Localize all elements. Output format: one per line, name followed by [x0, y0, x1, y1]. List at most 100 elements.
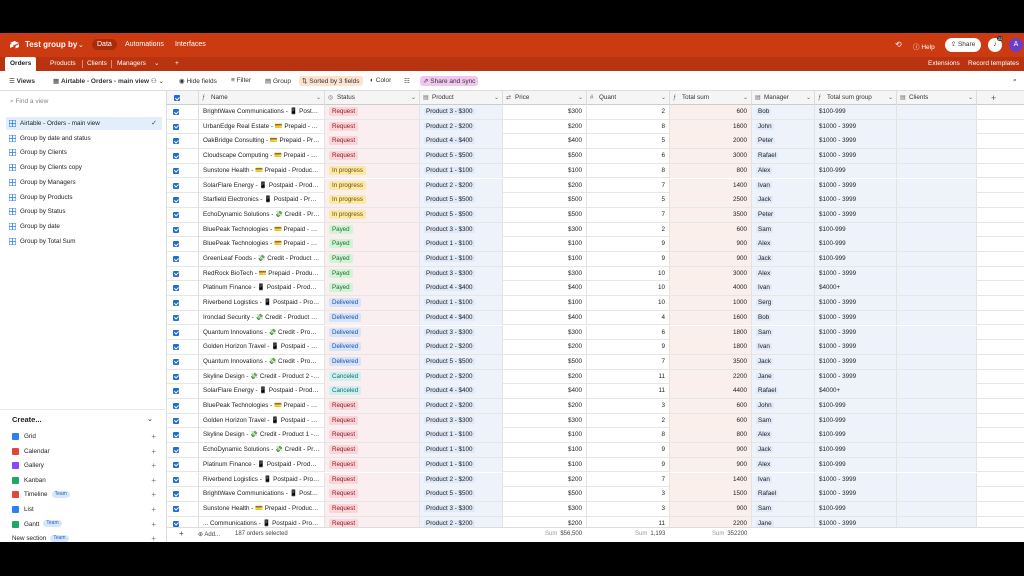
status-cell[interactable]: Canceled	[325, 384, 420, 399]
status-cell[interactable]: Payed	[325, 252, 420, 266]
status-cell[interactable]: In progress	[325, 178, 420, 193]
product-cell[interactable]: Product 5 - $500	[420, 207, 503, 222]
manager-cell[interactable]: Rafael	[752, 487, 815, 502]
quant-cell[interactable]: 3	[587, 487, 670, 502]
quant-cell[interactable]: 7	[587, 178, 670, 193]
clients-cell[interactable]	[897, 296, 977, 311]
group-cell[interactable]: $100-999	[815, 443, 897, 458]
table-row[interactable]: RedRock BioTech - 💳 Prepaid - Product 3 P…	[167, 266, 1024, 282]
create-item[interactable]: Gallery +	[12, 459, 160, 472]
group-cell[interactable]: $1000 - 3999	[815, 193, 897, 208]
price-cell[interactable]: $100	[503, 237, 587, 252]
name-cell[interactable]: BrightWave Communications - 📱 Postpaid -…	[199, 105, 325, 119]
clients-cell[interactable]	[897, 193, 977, 208]
group-cell[interactable]: $1000 - 3999	[815, 310, 897, 325]
name-cell[interactable]: Golden Horizon Travel - 📱 Postpaid - Pro…	[199, 413, 325, 428]
create-item[interactable]: Kanban +	[12, 474, 160, 487]
add-table-icon[interactable]: +	[170, 57, 184, 71]
column-header-name[interactable]: ƒ Name ⌄	[199, 91, 325, 105]
group-cell[interactable]: $1000 - 3999	[815, 325, 897, 340]
manager-cell[interactable]: Peter	[752, 207, 815, 222]
row-checkbox[interactable]	[173, 461, 179, 468]
table-row[interactable]: Sunstone Health - 💳 Prepaid - Product 1 …	[167, 163, 1024, 179]
price-cell[interactable]: $500	[503, 149, 587, 164]
manager-cell[interactable]: Alex	[752, 237, 815, 252]
row-checkbox[interactable]	[173, 476, 179, 483]
total-cell[interactable]: 600	[670, 399, 752, 413]
product-cell[interactable]: Product 3 - $300	[420, 266, 503, 281]
clients-cell[interactable]	[897, 149, 977, 164]
product-cell[interactable]: Product 1 - $100	[420, 237, 503, 252]
column-header-total-sum[interactable]: ƒ Total sum ⌄	[670, 91, 752, 105]
sort-button[interactable]: ⇅ Sorted by 3 fields	[299, 76, 363, 86]
price-cell[interactable]: $500	[503, 193, 587, 208]
nav-automations[interactable]: Automations	[120, 39, 169, 50]
column-header-price[interactable]: ⇄ Price ⌄	[503, 91, 587, 105]
quant-cell[interactable]: 4	[587, 310, 670, 325]
table-row[interactable]: Platinum Finance - 📱 Postpaid - Product …	[167, 457, 1024, 473]
chevron-down-icon[interactable]: ⌄	[968, 91, 973, 105]
name-cell[interactable]: Quantum Innovations - 💸 Credit - Product…	[199, 325, 325, 340]
name-cell[interactable]: RedRock BioTech - 💳 Prepaid - Product 3	[199, 266, 325, 281]
clients-cell[interactable]	[897, 207, 977, 222]
total-cell[interactable]: 900	[670, 457, 752, 472]
price-cell[interactable]: $300	[503, 501, 587, 516]
price-cell[interactable]: $300	[503, 222, 587, 237]
total-cell[interactable]: 900	[670, 252, 752, 266]
plus-icon[interactable]: +	[151, 488, 156, 501]
status-cell[interactable]: Request	[325, 149, 420, 164]
plus-icon[interactable]: +	[151, 518, 156, 531]
sidebar-view-item[interactable]: Group by date	[6, 220, 162, 233]
status-cell[interactable]: Payed	[325, 281, 420, 296]
sidebar-view-item[interactable]: Group by date and status	[6, 132, 162, 145]
clients-cell[interactable]	[897, 457, 977, 472]
add-field-icon[interactable]: +	[991, 91, 996, 105]
total-cell[interactable]: 1000	[670, 296, 752, 311]
clients-cell[interactable]	[897, 413, 977, 428]
table-row[interactable]: Golden Horizon Travel - 📱 Postpaid - Pro…	[167, 413, 1024, 429]
total-cell[interactable]: 3000	[670, 266, 752, 281]
table-row[interactable]: Platinum Finance - 📱 Postpaid - Product …	[167, 281, 1024, 297]
group-cell[interactable]: $1000 - 3999	[815, 487, 897, 502]
price-cell[interactable]: $300	[503, 413, 587, 428]
quant-cell[interactable]: 2	[587, 105, 670, 119]
create-item[interactable]: New section Team +	[12, 532, 160, 542]
group-cell[interactable]: $1000 - 3999	[815, 119, 897, 134]
create-item[interactable]: Grid +	[12, 430, 160, 443]
total-cell[interactable]: 900	[670, 443, 752, 458]
total-cell[interactable]: 600	[670, 105, 752, 119]
hide-fields-button[interactable]: ◉ Hide fields	[176, 76, 220, 86]
add-record-icon[interactable]: +	[179, 529, 184, 538]
manager-cell[interactable]: Sam	[752, 501, 815, 516]
row-checkbox[interactable]	[173, 417, 179, 424]
manager-cell[interactable]: Sam	[752, 325, 815, 340]
manager-cell[interactable]: Jack	[752, 354, 815, 369]
share-sync-button[interactable]: ⇗ Share and sync	[420, 76, 479, 86]
select-all-header[interactable]	[167, 91, 199, 105]
color-button[interactable]: ◐ Color	[367, 76, 394, 85]
product-cell[interactable]: Product 4 - $400	[420, 134, 503, 149]
quant-cell[interactable]: 10	[587, 266, 670, 281]
status-cell[interactable]: Delivered	[325, 310, 420, 325]
plus-icon[interactable]: +	[151, 474, 156, 487]
create-item[interactable]: Timeline Team +	[12, 488, 160, 501]
share-button[interactable]: ⇪ Share	[945, 38, 981, 52]
name-cell[interactable]: BluePeak Technologies - 💳 Prepaid - Prod…	[199, 237, 325, 252]
row-checkbox[interactable]	[173, 358, 179, 365]
chevron-down-icon[interactable]: ⌄	[316, 91, 321, 105]
column-header-product[interactable]: ▤ Product ⌄	[420, 91, 503, 105]
manager-cell[interactable]: Ivan	[752, 472, 815, 487]
product-cell[interactable]: Product 1 - $100	[420, 252, 503, 266]
clients-cell[interactable]	[897, 252, 977, 266]
clients-cell[interactable]	[897, 178, 977, 193]
status-cell[interactable]: Request	[325, 105, 420, 119]
status-cell[interactable]: In progress	[325, 193, 420, 208]
status-cell[interactable]: Delivered	[325, 325, 420, 340]
group-cell[interactable]: $1000 - 3999	[815, 178, 897, 193]
row-checkbox[interactable]	[173, 123, 179, 130]
name-cell[interactable]: BrightWave Communications - 📱 Postpaid -…	[199, 487, 325, 502]
quant-cell[interactable]: 9	[587, 457, 670, 472]
column-header-clients[interactable]: ▤ Clients ⌄	[897, 91, 977, 105]
price-cell[interactable]: $400	[503, 384, 587, 399]
price-cell[interactable]: $200	[503, 340, 587, 355]
